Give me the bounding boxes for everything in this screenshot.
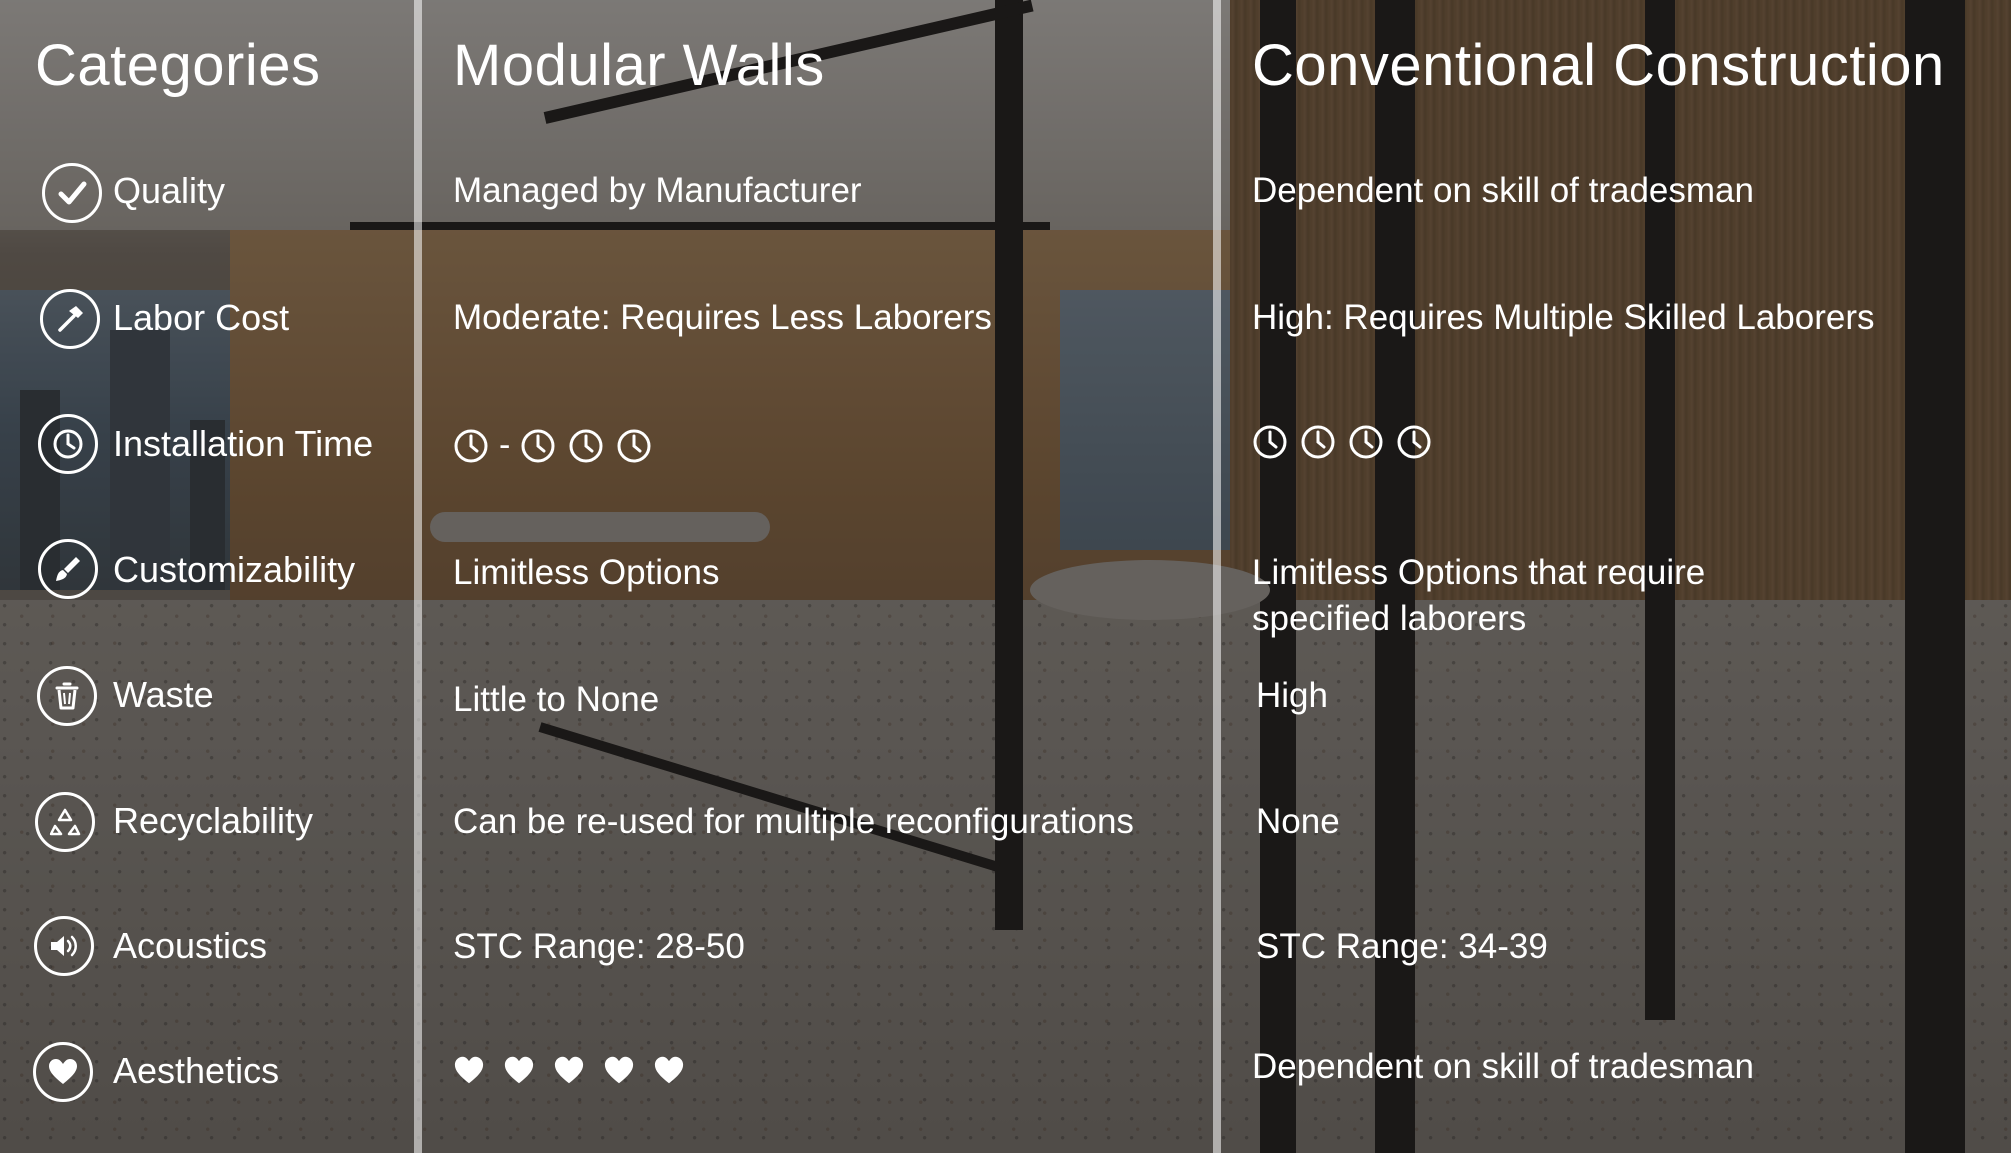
clock-icon (1349, 425, 1383, 459)
conventional-labor-cost: High: Requires Multiple Skilled Laborers (1252, 298, 1875, 337)
column-divider-right (1213, 0, 1221, 1153)
conventional-acoustics: STC Range: 34-39 (1256, 927, 1548, 966)
header-modular-walls: Modular Walls (453, 33, 825, 98)
heart-icon (504, 1056, 534, 1084)
conventional-quality: Dependent on skill of tradesman (1252, 171, 1754, 210)
clock-icon (521, 429, 555, 462)
modular-installation-time: - (453, 426, 652, 465)
category-label: Acoustics (113, 925, 268, 966)
conventional-waste: High (1256, 676, 1328, 715)
column-divider-left (414, 0, 422, 1153)
speaker-icon (34, 916, 94, 976)
category-label: Recyclability (113, 800, 314, 841)
clock-icon (1301, 425, 1335, 459)
conventional-recyclability: None (1256, 802, 1340, 841)
category-label: Customizability (113, 549, 356, 590)
category-label: Installation Time (113, 423, 374, 464)
heart-icon (454, 1056, 484, 1084)
heart-icon (604, 1056, 634, 1084)
modular-acoustics: STC Range: 28-50 (453, 927, 745, 966)
recycle-icon (35, 792, 95, 852)
category-label: Labor Cost (113, 297, 290, 338)
modular-quality: Managed by Manufacturer (453, 171, 862, 210)
conventional-customizability: Limitless Options that require specified… (1252, 553, 1706, 638)
hammer-icon (40, 289, 100, 349)
range-dash: - (499, 426, 511, 464)
heart-icon (654, 1056, 684, 1084)
clock-icon (1253, 425, 1287, 459)
clock-icon (569, 429, 603, 462)
conventional-aesthetics: Dependent on skill of tradesman (1252, 1047, 1754, 1086)
modular-customizability: Limitless Options (453, 553, 720, 592)
clock-icon (617, 429, 651, 462)
category-label: Waste (113, 674, 214, 715)
modular-recyclability: Can be re-used for multiple reconfigurat… (453, 802, 1134, 841)
checkmark-icon (42, 163, 102, 223)
heart-icon (33, 1042, 93, 1102)
paintbrush-icon (38, 539, 98, 599)
modular-aesthetics-rating (453, 1055, 685, 1085)
category-label: Quality (113, 170, 226, 211)
clock-icon (454, 429, 488, 462)
category-label: Aesthetics (113, 1050, 280, 1091)
conventional-installation-time (1252, 424, 1432, 460)
trash-icon (37, 666, 97, 726)
header-conventional-construction: Conventional Construction (1252, 33, 1945, 98)
clock-icon (38, 414, 98, 474)
heart-icon (554, 1056, 584, 1084)
header-categories: Categories (35, 33, 321, 98)
modular-labor-cost: Moderate: Requires Less Laborers (453, 298, 992, 337)
clock-icon (1397, 425, 1431, 459)
modular-waste: Little to None (453, 680, 660, 719)
